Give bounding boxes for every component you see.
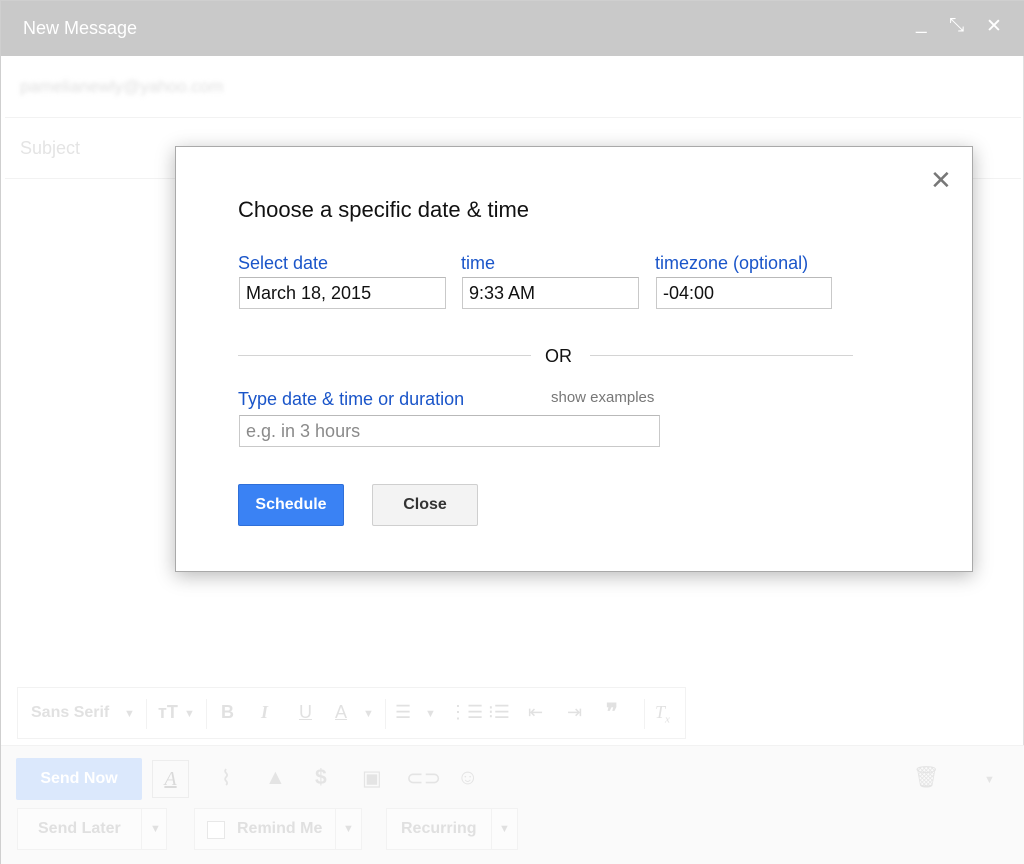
divider-right — [590, 355, 853, 356]
popout-icon[interactable]: ⤡ — [949, 15, 964, 37]
schedule-dialog: ✕ Choose a specific date & time Select d… — [175, 146, 973, 572]
close-button[interactable]: Close — [372, 484, 478, 526]
show-examples-link[interactable]: show examples — [551, 389, 654, 406]
close-icon[interactable]: ✕ — [986, 15, 1002, 38]
dialog-title: Choose a specific date & time — [238, 197, 530, 222]
compose-title: New Message — [23, 18, 138, 38]
timezone-label: timezone (optional) — [655, 253, 809, 273]
type-date-label: Type date & time or duration — [238, 389, 465, 409]
compose-titlebar: New Message _ ⤡ ✕ — [1, 1, 1024, 56]
or-separator: OR — [545, 346, 572, 366]
dialog-close-icon[interactable]: ✕ — [930, 167, 952, 193]
timezone-input[interactable] — [656, 277, 832, 309]
schedule-button[interactable]: Schedule — [238, 484, 344, 526]
time-label: time — [461, 253, 496, 273]
time-input[interactable] — [462, 277, 639, 309]
select-date-label: Select date — [238, 253, 329, 273]
natural-date-input[interactable] — [239, 415, 660, 447]
date-input[interactable] — [239, 277, 446, 309]
minimize-icon[interactable]: _ — [916, 13, 927, 35]
divider-left — [238, 355, 531, 356]
